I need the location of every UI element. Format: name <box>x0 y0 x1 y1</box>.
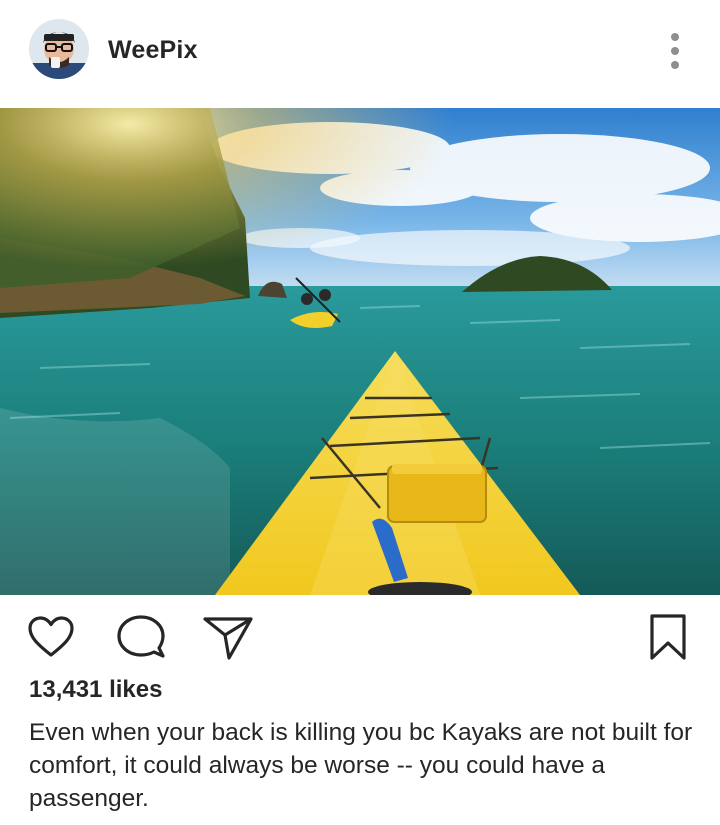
comment-icon[interactable] <box>116 614 166 660</box>
send-icon[interactable] <box>202 615 254 661</box>
bookmark-icon[interactable] <box>648 613 688 661</box>
post-caption: Even when your back is killing you bc Ka… <box>29 719 693 812</box>
post-header: WeePix <box>0 0 720 108</box>
likes-count[interactable]: 13,431 likes <box>29 676 162 704</box>
more-vertical-icon[interactable] <box>662 30 690 72</box>
action-bar <box>0 595 720 675</box>
username[interactable]: WeePix <box>108 36 198 65</box>
post-photo[interactable] <box>0 108 720 602</box>
avatar[interactable] <box>29 19 89 79</box>
heart-icon[interactable] <box>27 615 75 659</box>
